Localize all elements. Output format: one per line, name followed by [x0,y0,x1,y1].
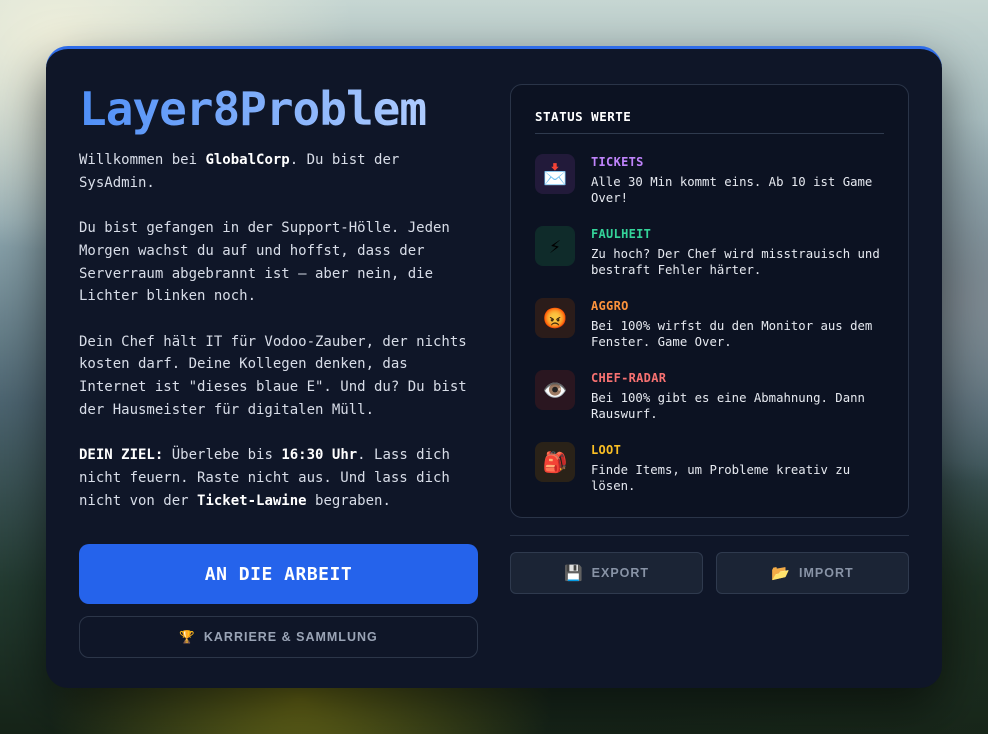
intro-text-span: Willkommen bei [79,152,206,168]
stat-description: Finde Items, um Probleme kreativ zu löse… [591,463,851,493]
game-title: Layer8Problem [79,81,479,137]
folder-icon: 📂 [771,565,792,582]
goal-label: DEIN ZIEL: [79,447,164,464]
export-label: EXPORT [591,566,650,580]
eye-icon: 👁️ [535,370,575,410]
career-collection-label: KARRIERE & SAMMLUNG [203,630,378,644]
intro-panel: Layer8Problem Willkommen bei GlobalCorp.… [79,81,479,535]
stat-body: LOOT Finde Items, um Probleme kreativ zu … [591,442,884,494]
stat-body: AGGRO Bei 100% wirfst du den Monitor aus … [591,298,884,350]
intro-paragraph-boss: Dein Chef hält IT für Vodoo-Zauber, der … [79,333,467,418]
career-collection-button[interactable]: 🏆 KARRIERE & SAMMLUNG [79,616,478,658]
trophy-icon: 🏆 [179,629,196,644]
stat-item-chef-radar: 👁️ CHEF-RADAR Bei 100% gibt es eine Abmahn… [535,370,884,422]
stat-body: TICKETS Alle 30 Min kommt eins. Ab 10 ist… [591,154,884,206]
ticket-avalanche: Ticket-Lawine [197,492,307,509]
main-menu-card: Layer8Problem Willkommen bei GlobalCorp.… [46,46,942,688]
intro-text: Willkommen bei GlobalCorp. Du bist der S… [79,149,479,512]
status-list: 📩 TICKETS Alle 30 Min kommt eins. Ab 10 is… [535,154,884,494]
export-button[interactable]: 💾 EXPORT [510,552,703,594]
floppy-disk-icon: 💾 [563,565,584,582]
stat-item-loot: 🎒 LOOT Finde Items, um Probleme kreativ zu… [535,442,884,494]
stat-name: CHEF-RADAR [591,371,667,385]
backpack-icon: 🎒 [535,442,575,482]
stat-description: Alle 30 Min kommt eins. Ab 10 ist Game O… [591,175,873,205]
stat-name: TICKETS [591,155,644,169]
status-values-panel: STATUS WERTE 📩 TICKETS Alle 30 Min kommt e… [510,84,909,518]
import-label: IMPORT [799,566,854,580]
stat-item-aggro: 😡 AGGRO Bei 100% wirfst du den Monitor aus… [535,298,884,350]
stat-name: FAULHEIT [591,227,652,241]
stat-item-tickets: 📩 TICKETS Alle 30 Min kommt eins. Ab 10 is… [535,154,884,206]
stat-body: CHEF-RADAR Bei 100% gibt es eine Abmahnun… [591,370,884,422]
intro-paragraph-goal: DEIN ZIEL: Überlebe bis 16:30 Uhr. Lass … [79,444,479,512]
stat-body: FAULHEIT Zu hoch? Der Chef wird misstraui… [591,226,884,278]
divider [510,535,909,536]
angry-face-icon: 😡 [535,298,575,338]
stat-description: Bei 100% gibt es eine Abmahnung. Dann Ra… [591,391,865,421]
company-name: GlobalCorp [205,152,290,168]
intro-paragraph-hell: Du bist gefangen in der Support-Hölle. J… [79,220,450,305]
inbox-tray-icon: 📩 [535,154,575,194]
stat-description: Bei 100% wirfst du den Monitor aus dem F… [591,319,873,349]
intro-text-span: begraben. [306,492,391,509]
stat-item-faulheit: ⚡ FAULHEIT Zu hoch? Der Chef wird misstrau… [535,226,884,278]
stat-description: Zu hoch? Der Chef wird misstrauisch und … [591,247,880,277]
stat-name: AGGRO [591,299,629,313]
start-work-button[interactable]: AN DIE ARBEIT [79,544,478,604]
lightning-icon: ⚡ [535,226,575,266]
stat-name: LOOT [591,443,622,457]
intro-text-span: Überlebe bis [163,447,282,464]
intro-paragraph-welcome: Willkommen bei GlobalCorp. Du bist der S… [79,149,479,194]
status-heading: STATUS WERTE [535,109,884,134]
goal-time: 16:30 Uhr [281,447,358,464]
import-button[interactable]: 📂 IMPORT [716,552,909,594]
